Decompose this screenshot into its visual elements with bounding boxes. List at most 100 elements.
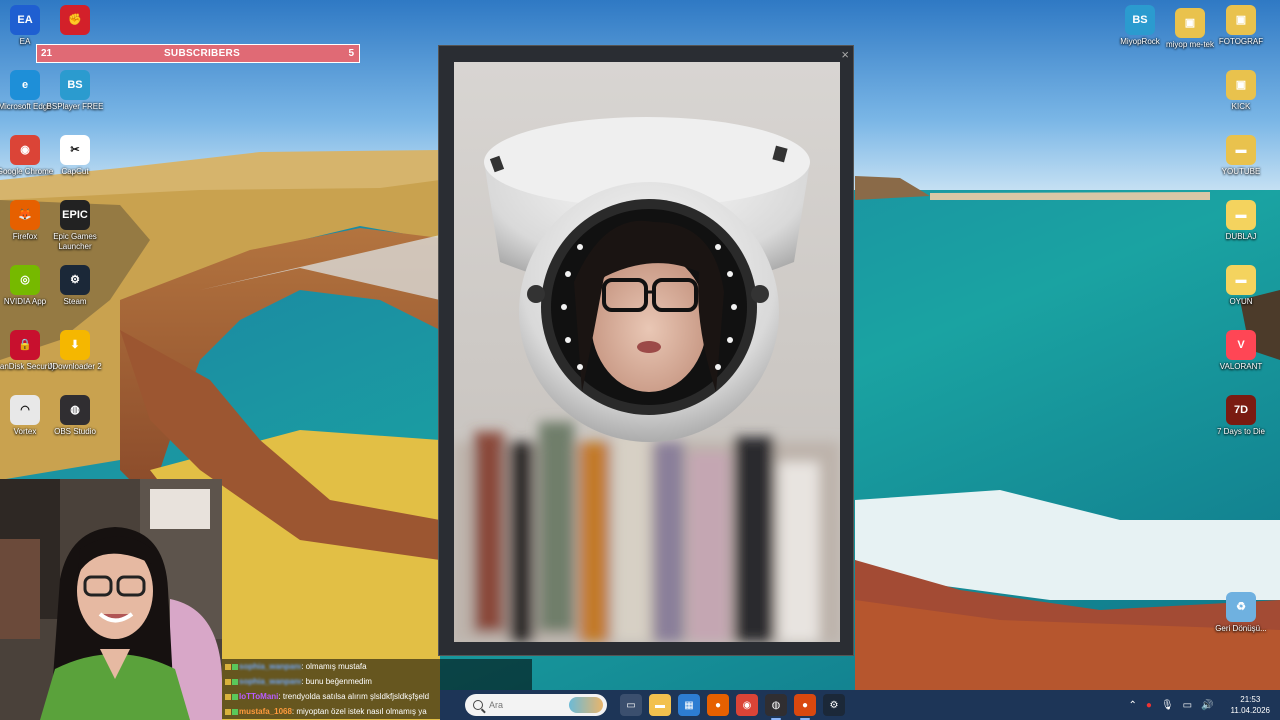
desktop-icon[interactable]: ▬ DUBLAJ [1209, 200, 1273, 242]
clock-date: 11.04.2026 [1230, 706, 1270, 715]
chrome-icon[interactable]: ◉ [736, 694, 758, 716]
obs-icon: ◍ [60, 395, 90, 425]
search-placeholder: Ara [489, 700, 504, 710]
folder-photo-icon: ▣ [1175, 8, 1205, 38]
desktop-icon[interactable]: ▣ KICK [1209, 70, 1273, 112]
chat-username[interactable]: sophia_wanpanı [239, 662, 301, 671]
epic-games-icon: EPIC [60, 200, 90, 230]
photo-viewer-window: × [438, 45, 854, 656]
taskbar-search-box[interactable]: Ara [465, 694, 607, 716]
desktop-icon[interactable]: ⚙ Steam [43, 265, 107, 307]
bsplayer-icon: BS [60, 70, 90, 100]
file-explorer-icon[interactable]: ▬ [649, 694, 671, 716]
desktop-icon[interactable]: V VALORANT [1209, 330, 1273, 372]
taskbar-pinned-apps: ▭ ▬ ▦ ● ◉ ◍ ● ⚙ [613, 694, 845, 720]
desktop-icon-label: JDownloader 2 [48, 362, 102, 371]
chevron-up-icon[interactable]: ⌃ [1129, 700, 1137, 711]
streamer-webcam-image [0, 479, 222, 720]
volume-icon[interactable]: 🔊 [1201, 700, 1213, 711]
jdownloader-icon: ⬇ [60, 330, 90, 360]
folder-icon: ▬ [1226, 265, 1256, 295]
desktop-icon-label: YOUTUBE [1221, 167, 1261, 176]
desktop-icon-label: BSPlayer FREE [46, 102, 104, 111]
vortex-icon: ◠ [10, 395, 40, 425]
chat-badge-icon [232, 678, 238, 685]
desktop-icon-label: CapCut [61, 167, 89, 176]
capcut-icon: ✂ [60, 135, 90, 165]
clock-time: 21:53 [1240, 695, 1261, 704]
firefox-dev-icon[interactable]: ● [794, 694, 816, 720]
folder-icon: ▬ [1226, 200, 1256, 230]
subscribers-goal-bar: 21 SUBSCRIBERS 5 [36, 44, 360, 63]
recycle-bin-icon: ♻ [1226, 592, 1256, 622]
subscribers-right-count: 5 [348, 48, 354, 59]
firefox-icon[interactable]: ● [707, 694, 729, 716]
chat-text: : miyoptan özel istek nasıl olmamış ya [291, 707, 427, 716]
taskbar-clock[interactable]: 21:53 11.04.2026 [1231, 694, 1270, 716]
search-highlight-icon [569, 697, 603, 713]
chat-badge-icon [225, 663, 231, 670]
display-icon[interactable]: ▭ [1183, 700, 1192, 711]
chat-badge-icon [232, 663, 238, 670]
desktop-icon-label: DUBLAJ [1225, 232, 1257, 241]
steam-icon[interactable]: ⚙ [823, 694, 845, 716]
subscribers-left-count: 21 [41, 48, 53, 59]
chat-badge-icon [225, 708, 231, 715]
desktop-icon[interactable]: 7D 7 Days to Die [1209, 395, 1273, 437]
folder-photo-icon: ▣ [1226, 70, 1256, 100]
chat-message: sophia_wanpanı: olmamış mustafa [222, 659, 532, 674]
chat-badge-icon [232, 693, 238, 700]
chrome-icon: ◉ [10, 135, 40, 165]
security-camera-image [454, 62, 840, 642]
desktop-icon[interactable]: ✂ CapCut [43, 135, 107, 177]
edge-icon: e [10, 70, 40, 100]
desktop-icon-label: FOTOGRAF [1218, 37, 1264, 46]
system-tray: ⌃ ● 🎙 ▭ 🔊 21:53 11.04.2026 [1129, 694, 1280, 716]
subscribers-title: SUBSCRIBERS [163, 48, 241, 59]
desktop-icon[interactable]: ▬ OYUN [1209, 265, 1273, 307]
firefox-icon: 🦊 [10, 200, 40, 230]
sandisk-lock-icon: 🔒 [10, 330, 40, 360]
desktop-icon[interactable]: ▬ YOUTUBE [1209, 135, 1273, 177]
folder-photo-icon: ▣ [1226, 5, 1256, 35]
webcam-overlay [0, 479, 222, 720]
chat-username[interactable]: sophia_wanpanı [239, 677, 301, 686]
photo-canvas [454, 62, 840, 642]
desktop-icon[interactable]: ▣ FOTOGRAF [1209, 5, 1273, 47]
7days-icon: 7D [1226, 395, 1256, 425]
folder-icon: ▬ [1226, 135, 1256, 165]
desktop-icon-label: Steam [63, 297, 87, 306]
desktop-icon-label: OBS Studio [54, 427, 96, 436]
nvidia-icon: ◎ [10, 265, 40, 295]
antivirus-tray-icon[interactable]: ● [1146, 700, 1152, 711]
chat-text: : trendyolda satılsa alırım şlsldkfjsldk… [278, 692, 430, 701]
steam-icon: ⚙ [60, 265, 90, 295]
chat-text: : bunu beğenmedim [301, 677, 372, 686]
desktop-icon-label: Geri Dönüşü... [1215, 624, 1267, 633]
chat-message: sophia_wanpanı: bunu beğenmedim [222, 674, 532, 689]
desktop-icon-label: Epic Games Launcher [53, 232, 97, 251]
obs-icon[interactable]: ◍ [765, 694, 787, 720]
desktop-icon[interactable]: ⬇ JDownloader 2 [43, 330, 107, 372]
desktop-icon-label: VALORANT [1219, 362, 1263, 371]
desktop-icon-label: 7 Days to Die [1216, 427, 1266, 436]
chat-text: : olmamış mustafa [301, 662, 367, 671]
desktop-icon-label: OYUN [1229, 297, 1253, 306]
desktop-icon[interactable]: BS BSPlayer FREE [43, 70, 107, 112]
task-view-icon[interactable]: ▭ [620, 694, 642, 716]
desktop-icon[interactable]: EPIC Epic Games Launcher [43, 200, 107, 252]
desktop-icon[interactable]: ◍ OBS Studio [43, 395, 107, 437]
calculator-icon[interactable]: ▦ [678, 694, 700, 716]
close-button[interactable]: × [841, 47, 849, 62]
chat-username[interactable]: mustafa_1068 [239, 707, 292, 716]
chat-username[interactable]: IoTToMani [239, 692, 278, 701]
bsplayer-icon: BS [1125, 5, 1155, 35]
chat-badge-icon [232, 708, 238, 715]
microphone-icon[interactable]: 🎙 [1161, 700, 1174, 711]
desktop-icon[interactable]: ♻ Geri Dönüşü... [1209, 592, 1273, 634]
desktop-icon-label: KICK [1231, 102, 1251, 111]
taskbar: Ara ▭ ▬ ▦ ● ◉ ◍ ● ⚙ ⌃ ● 🎙 ▭ 🔊 21:53 11.04.2026 [440, 690, 1280, 720]
chat-badge-icon [225, 678, 231, 685]
valorant-icon: V [1226, 330, 1256, 360]
desktop-icon[interactable]: ✊ [43, 5, 107, 37]
